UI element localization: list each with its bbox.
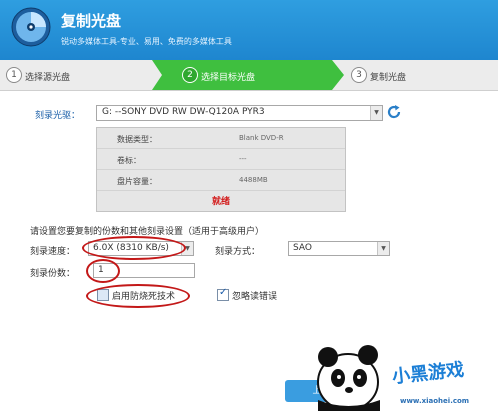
drive-select[interactable]: G: --SONY DVD RW DW-Q120A PYR3 ▼ [96,105,383,121]
step-label: 选择目标光盘 [201,73,256,83]
step-select-source[interactable]: 1 选择源光盘 [0,60,160,90]
app-title: 复制光盘 [61,12,122,30]
mode-label: 刻录方式： [215,247,261,257]
info-row: 盘片容量： 4488MB [97,170,345,191]
mode-value: SAO [293,243,312,253]
ignore-errors-checkbox[interactable] [217,287,229,301]
info-row: 卷标： --- [97,149,345,170]
step-label: 选择源光盘 [25,73,71,83]
info-value: Blank DVD-R [239,134,284,142]
status-text: 就绪 [211,197,230,207]
step-label: 复制光盘 [370,73,407,83]
copies-label: 刻录份数： [30,269,76,279]
disc-info-panel: 数据类型： Blank DVD-R 卷标： --- 盘片容量： 4488MB 就… [96,127,346,212]
disc-logo-icon [11,7,51,47]
settings-intro: 请设置您要复制的份数和其他刻录设置（适用于高级用户） [30,227,265,237]
info-value: 4488MB [239,176,268,184]
info-key: 卷标： [117,156,141,165]
app-header: 复制光盘 锐动多媒体工具-专业、易用、免费的多媒体工具 [0,0,498,60]
wizard-steps: 1 选择源光盘 2 选择目标光盘 3 复制光盘 [0,60,498,91]
chevron-down-icon[interactable]: ▼ [377,242,389,255]
step-copy-disc[interactable]: 3 复制光盘 [345,60,498,90]
info-value: --- [239,155,247,163]
drive-value: G: --SONY DVD RW DW-Q120A PYR3 [102,107,265,117]
step-number: 1 [6,67,22,83]
ignore-errors-label: 忽略读错误 [232,292,278,302]
step-number: 3 [351,67,367,83]
speed-label: 刻录速度： [30,247,76,257]
drive-label: 刻录光驱： [35,111,81,121]
step-select-target[interactable]: 2 选择目标光盘 [152,60,344,90]
highlight-ellipse [82,236,186,260]
info-key: 盘片容量： [117,177,157,186]
watermark-url: www.xiaohei.com [400,397,470,405]
highlight-ellipse [86,284,190,308]
info-key: 数据类型： [117,135,157,144]
step-number: 2 [182,67,198,83]
chevron-down-icon[interactable]: ▼ [370,106,382,120]
info-row: 数据类型： Blank DVD-R [97,128,345,149]
step-arrow-left [152,60,164,90]
highlight-ellipse [86,259,120,283]
mode-select[interactable]: SAO ▼ [288,241,390,256]
app-subtitle: 锐动多媒体工具-专业、易用、免费的多媒体工具 [61,37,232,46]
step-arrow-right [332,60,344,90]
refresh-icon[interactable] [386,104,402,120]
